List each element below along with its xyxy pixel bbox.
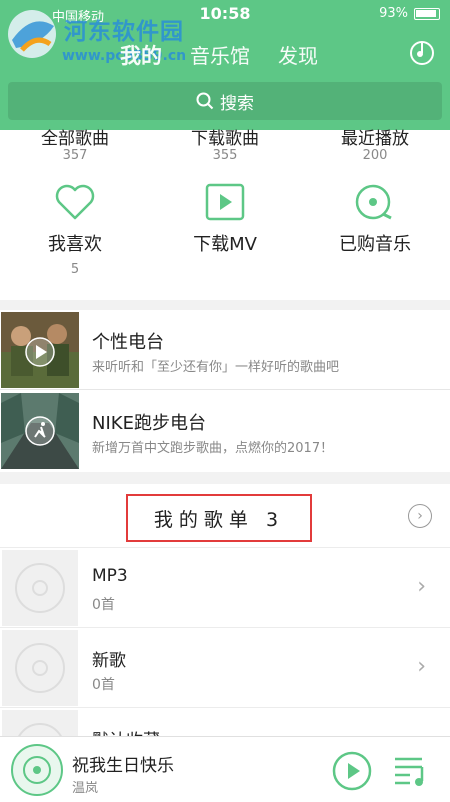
playlists-header[interactable]: 我的歌单 3 › xyxy=(0,484,450,548)
disc-icon xyxy=(355,184,392,220)
album-disc-icon xyxy=(11,744,63,796)
library-stats-card: 全部歌曲 357 下载歌曲 355 最近播放 200 我喜欢 5 下载MV 已购… xyxy=(0,129,450,300)
playlist-item[interactable]: 默认收藏 xyxy=(0,708,450,736)
playlist-count: 0首 xyxy=(92,677,115,693)
nike-radio-subtitle: 新增万首中文跑步歌曲，点燃你的2017！ xyxy=(92,441,334,456)
disc-placeholder-icon xyxy=(15,643,65,693)
playlist-cover xyxy=(2,710,78,736)
search-icon xyxy=(196,92,214,110)
all-songs-stat[interactable]: 全部歌曲 357 xyxy=(0,124,150,163)
main-tabs: 我的 音乐馆 发现 xyxy=(120,40,318,70)
battery-percent: 93% xyxy=(379,6,408,21)
downloaded-mv-button[interactable]: 下载MV xyxy=(150,182,300,277)
chevron-right-icon: › xyxy=(417,574,426,599)
purchased-music-label: 已购音乐 xyxy=(339,234,411,255)
now-playing-song: 祝我生日快乐 xyxy=(72,756,174,776)
downloaded-songs-stat[interactable]: 下载歌曲 355 xyxy=(150,124,300,163)
my-playlists-section: 我的歌单 3 › MP3 0首 › 新歌 0首 › xyxy=(0,484,450,736)
nike-radio-title: NIKE跑步电台 xyxy=(92,413,206,434)
library-counts-row: 全部歌曲 357 下载歌曲 355 最近播放 200 xyxy=(0,124,450,163)
battery-indicator: 93% xyxy=(379,6,440,21)
heart-icon xyxy=(55,184,95,220)
tab-discover[interactable]: 发现 xyxy=(278,40,318,70)
playlists-title: 我的歌单 3 xyxy=(126,494,312,542)
personal-radio-thumbnail xyxy=(1,312,79,388)
playlist-count: 0首 xyxy=(92,597,115,613)
watermark-logo-icon xyxy=(8,10,56,58)
playlist-item[interactable]: 新歌 0首 › xyxy=(0,628,450,708)
playlist-cover xyxy=(2,630,78,706)
radio-section: 个性电台 来听听和「至少还有你」一样好听的歌曲吧 NIKE跑步电台 新增万首中文… xyxy=(0,310,450,472)
downloaded-songs-count: 355 xyxy=(212,148,238,163)
playlist-name: 新歌 xyxy=(92,651,126,671)
playlist-name: 默认收藏 xyxy=(92,726,160,736)
playlist-cover xyxy=(2,550,78,626)
favorites-label: 我喜欢 xyxy=(48,234,102,255)
disc-placeholder-icon xyxy=(18,723,62,736)
favorites-count: 5 xyxy=(70,262,80,277)
recent-plays-stat[interactable]: 最近播放 200 xyxy=(300,124,450,163)
nike-running-radio-item[interactable]: NIKE跑步电台 新增万首中文跑步歌曲，点燃你的2017！ xyxy=(0,391,450,471)
favorites-button[interactable]: 我喜欢 5 xyxy=(0,182,150,277)
quick-access-row: 我喜欢 5 下载MV 已购音乐 xyxy=(0,182,450,277)
personal-radio-title: 个性电台 xyxy=(92,332,164,353)
search-placeholder: 搜索 xyxy=(220,93,254,114)
playlist-name: MP3 xyxy=(92,566,128,586)
now-playing-artist: 温岚 xyxy=(72,781,99,796)
personal-radio-subtitle: 来听听和「至少还有你」一样好听的歌曲吧 xyxy=(92,360,340,375)
purchased-music-button[interactable]: 已购音乐 xyxy=(300,182,450,277)
playlist-item[interactable]: MP3 0首 › xyxy=(0,548,450,628)
tab-mine[interactable]: 我的 xyxy=(120,40,162,70)
all-songs-count: 357 xyxy=(62,148,88,163)
recent-plays-label: 最近播放 xyxy=(341,129,409,146)
battery-icon xyxy=(414,7,440,20)
tab-music-hall[interactable]: 音乐馆 xyxy=(190,40,250,70)
recent-plays-count: 200 xyxy=(362,148,388,163)
mini-player[interactable]: 祝我生日快乐 温岚 xyxy=(0,736,450,802)
downloaded-songs-label: 下载歌曲 xyxy=(191,129,259,146)
now-playing-icon[interactable] xyxy=(408,38,436,66)
play-icon[interactable] xyxy=(332,751,372,791)
chevron-right-icon: › xyxy=(417,654,426,679)
disc-placeholder-icon xyxy=(15,563,65,613)
all-songs-label: 全部歌曲 xyxy=(41,129,109,146)
nike-radio-thumbnail xyxy=(1,393,79,469)
play-box-icon xyxy=(205,183,245,221)
chevron-right-circle-icon[interactable]: › xyxy=(408,504,432,528)
personal-radio-item[interactable]: 个性电台 来听听和「至少还有你」一样好听的歌曲吧 xyxy=(0,310,450,390)
app-header: 中国移动 10:58 93% 河东软件园 www.pc0359.cn 我的 音乐… xyxy=(0,0,450,130)
search-bar[interactable]: 搜索 xyxy=(8,82,442,120)
playlist-queue-icon[interactable] xyxy=(392,753,430,789)
downloaded-mv-label: 下载MV xyxy=(193,234,257,255)
